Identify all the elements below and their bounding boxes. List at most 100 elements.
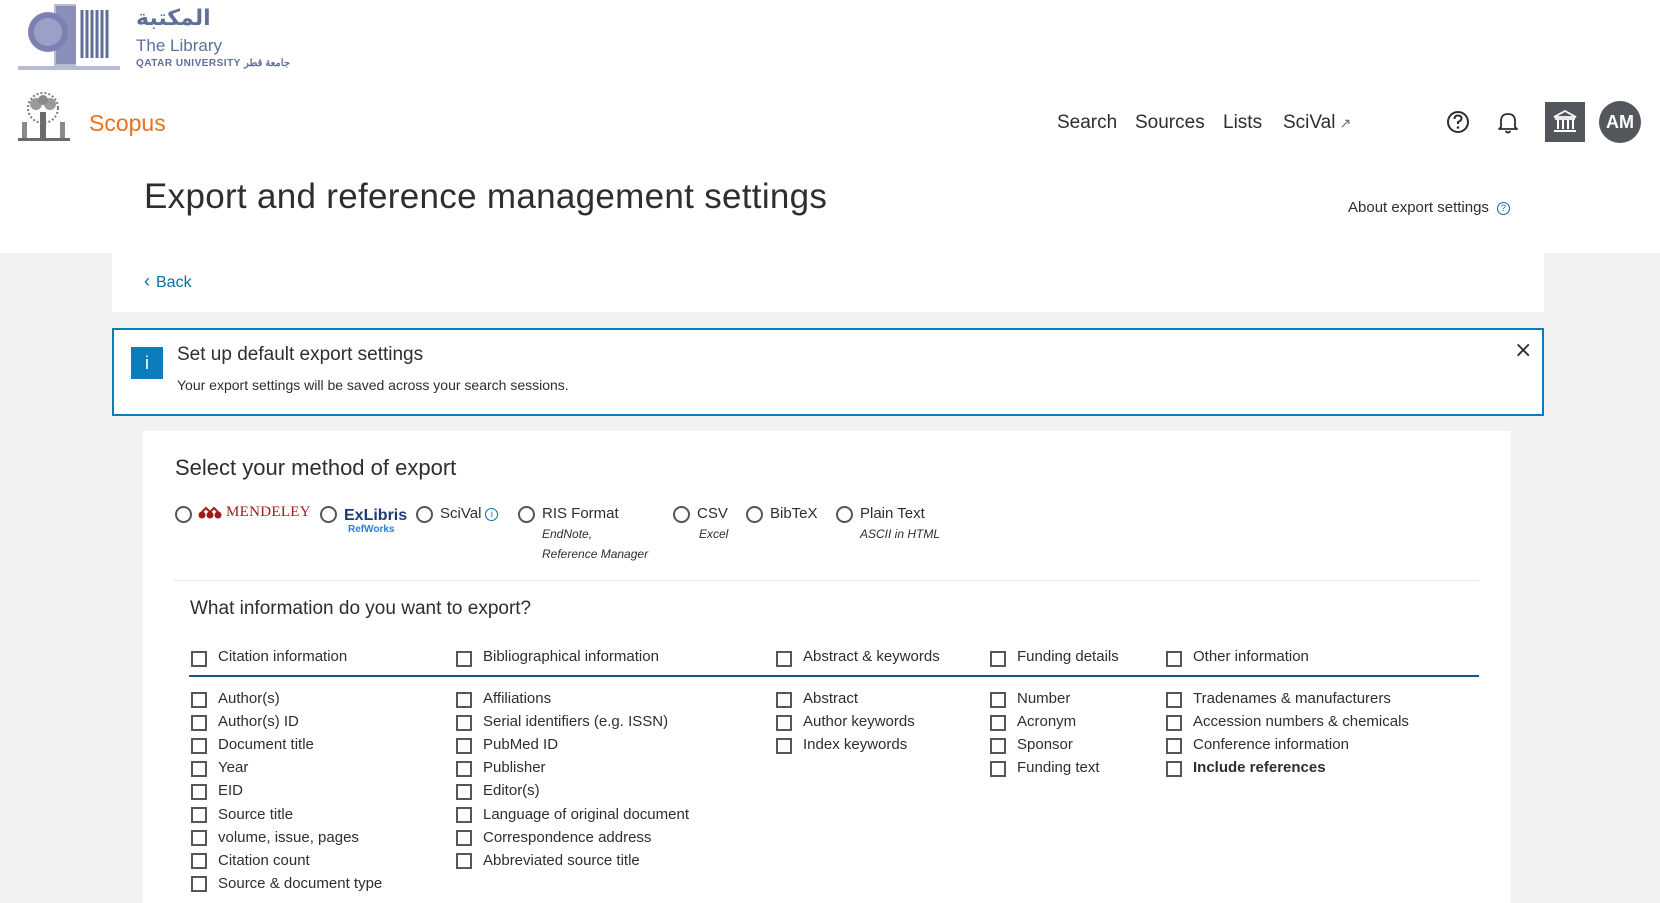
ris-sub-refmanager: Reference Manager [542,547,649,561]
nav-scival[interactable]: SciVal ↗ [1283,112,1351,134]
option-serial-identifiers: Serial identifiers (e.g. ISSN) [483,713,669,730]
checkbox-funding-text[interactable] [990,761,1006,777]
bibtex-label: BibTeX [770,505,818,522]
back-card: ‹ Back [112,253,1544,312]
group-abstract-keywords: Abstract & keywords [803,648,940,665]
checkbox-abbreviated-source-title[interactable] [456,853,472,869]
help-icon[interactable] [1444,108,1472,136]
library-arabic-name: المكتبة [136,6,211,31]
option-year: Year [218,759,249,776]
option-source-title: Source title [218,806,294,823]
plain-text-sub: ASCII in HTML [860,527,941,541]
checkbox-document-title[interactable] [191,738,207,754]
checkbox-conference-information[interactable] [1166,738,1182,754]
info-circle-icon[interactable]: i [485,508,499,521]
option-index-keywords: Index keywords [803,736,908,753]
checkbox-source-document-type[interactable] [191,876,207,892]
checkbox-index-keywords[interactable] [776,738,792,754]
radio-mendeley[interactable] [175,506,192,523]
nav-scival-label: SciVal [1283,112,1336,133]
page-title: Export and reference management settings [144,177,828,216]
user-avatar[interactable]: AM [1599,101,1641,143]
library-emblem-icon [16,0,128,70]
about-export-settings-link[interactable]: About export settings? [1348,199,1510,216]
checkbox-author-keywords[interactable] [776,715,792,731]
checkbox-editors[interactable] [456,784,472,800]
library-university: QATAR UNIVERSITY جامعة قطر [136,58,291,69]
option-funding-text: Funding text [1017,759,1100,776]
checkbox-bibliographical-information[interactable] [456,651,472,667]
checkbox-eid[interactable] [191,784,207,800]
checkbox-publisher[interactable] [456,761,472,777]
nav-sources[interactable]: Sources [1135,112,1205,134]
library-logo[interactable]: المكتبة The Library QATAR UNIVERSITY جام… [16,0,316,74]
radio-scival[interactable] [416,506,433,523]
option-authors-id: Author(s) ID [218,713,299,730]
export-method-heading: Select your method of export [175,455,457,480]
checkbox-pubmed-id[interactable] [456,738,472,754]
institution-button[interactable] [1545,102,1585,142]
checkbox-authors-id[interactable] [191,715,207,731]
exlibris-logo: ExLibris [344,507,408,524]
info-banner: i Set up default export settings Your ex… [112,328,1544,416]
option-abstract: Abstract [803,690,859,707]
checkbox-abstract[interactable] [776,692,792,708]
ris-label: RIS Format [542,505,619,522]
group-header-underline [189,675,1479,677]
checkbox-include-references[interactable] [1166,761,1182,777]
option-pubmed-id: PubMed ID [483,736,559,753]
refworks-label: RefWorks [348,524,395,535]
csv-sub: Excel [699,527,729,541]
checkbox-accession-numbers[interactable] [1166,715,1182,731]
checkbox-source-title[interactable] [191,807,207,823]
checkbox-language[interactable] [456,807,472,823]
checkbox-funding-details[interactable] [990,651,1006,667]
option-abbreviated-source-title: Abbreviated source title [483,852,640,869]
elsevier-tree-icon[interactable] [16,92,72,142]
section-divider [174,580,1479,581]
checkbox-affiliations[interactable] [456,692,472,708]
chevron-left-icon: ‹ [144,271,150,291]
checkbox-other-information[interactable] [1166,651,1182,667]
checkbox-correspondence-address[interactable] [456,830,472,846]
ris-sub-endnote: EndNote, [542,527,593,541]
radio-plain-text[interactable] [836,506,853,523]
checkbox-citation-information[interactable] [191,651,207,667]
checkbox-citation-count[interactable] [191,853,207,869]
mendeley-icon [198,506,222,519]
back-link[interactable]: ‹ Back [144,271,192,292]
bell-icon[interactable] [1494,108,1522,136]
checkbox-year[interactable] [191,761,207,777]
option-editors: Editor(s) [483,782,540,799]
nav-search[interactable]: Search [1057,112,1117,134]
back-label: Back [156,274,192,291]
checkbox-serial-identifiers[interactable] [456,715,472,731]
scopus-brand[interactable]: Scopus [89,110,166,137]
checkbox-sponsor[interactable] [990,738,1006,754]
radio-ris[interactable] [518,506,535,523]
radio-csv[interactable] [673,506,690,523]
external-link-icon: ↗ [1339,115,1352,131]
banner-title: Set up default export settings [177,344,424,365]
option-source-document-type: Source & document type [218,875,383,892]
option-citation-count: Citation count [218,852,310,869]
checkbox-authors[interactable] [191,692,207,708]
plain-text-label: Plain Text [860,505,925,522]
option-affiliations: Affiliations [483,690,552,707]
checkbox-tradenames[interactable] [1166,692,1182,708]
option-tradenames: Tradenames & manufacturers [1193,690,1391,707]
checkbox-volume-issue-pages[interactable] [191,830,207,846]
nav-lists[interactable]: Lists [1223,112,1262,134]
option-acronym: Acronym [1017,713,1077,730]
option-number: Number [1017,690,1071,707]
help-circle-icon: ? [1496,201,1510,215]
checkbox-acronym[interactable] [990,715,1006,731]
close-icon[interactable]: × [1514,338,1532,363]
info-heading: What information do you want to export? [190,598,532,619]
option-author-keywords: Author keywords [803,713,915,730]
checkbox-number[interactable] [990,692,1006,708]
radio-refworks[interactable] [320,506,337,523]
checkbox-abstract-keywords[interactable] [776,651,792,667]
radio-bibtex[interactable] [746,506,763,523]
option-correspondence-address: Correspondence address [483,829,652,846]
